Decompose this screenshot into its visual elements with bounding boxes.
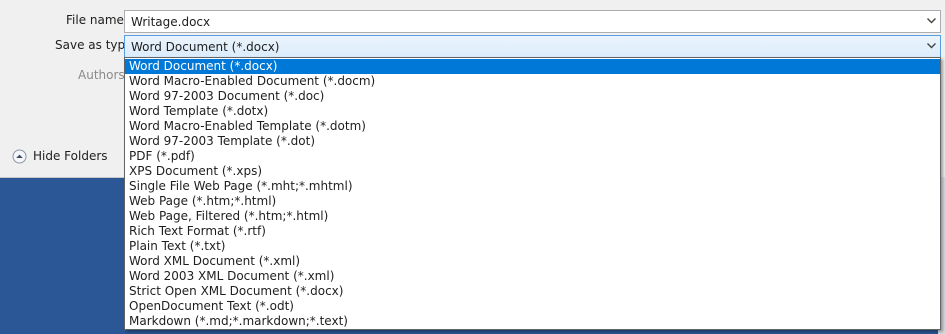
file-type-option[interactable]: Markdown (*.md;*.markdown;*.text) [125, 314, 940, 329]
file-type-options: Word Document (*.docx) Word Macro-Enabled… [125, 58, 940, 329]
file-type-option[interactable]: Plain Text (*.txt) [125, 239, 940, 254]
file-type-option[interactable]: Single File Web Page (*.mht;*.mhtml) [125, 179, 940, 194]
save-as-type-value: Word Document (*.docx) [131, 40, 280, 54]
chevron-down-icon[interactable] [927, 18, 936, 24]
save-as-type-dropdown-list[interactable]: Word Document (*.docx) Word Macro-Enabled… [124, 57, 941, 330]
file-type-option[interactable]: Word Macro-Enabled Document (*.docm) [125, 74, 940, 89]
file-type-option[interactable]: Word Macro-Enabled Template (*.dotm) [125, 119, 940, 134]
hide-folders-button[interactable]: Hide Folders [12, 147, 108, 165]
authors-label: Authors: [78, 68, 129, 82]
file-type-option[interactable]: Word 2003 XML Document (*.xml) [125, 269, 940, 284]
file-type-option[interactable]: Word Document (*.docx) [125, 59, 940, 74]
file-name-label: File name: [66, 13, 128, 27]
file-type-option[interactable]: Web Page, Filtered (*.htm;*.html) [125, 209, 940, 224]
chevron-down-icon[interactable] [927, 43, 936, 49]
file-type-option[interactable]: Word Template (*.dotx) [125, 104, 940, 119]
file-type-option[interactable]: PDF (*.pdf) [125, 149, 940, 164]
file-type-option[interactable]: XPS Document (*.xps) [125, 164, 940, 179]
file-type-option[interactable]: Web Page (*.htm;*.html) [125, 194, 940, 209]
file-type-option[interactable]: OpenDocument Text (*.odt) [125, 299, 940, 314]
file-type-option[interactable]: Strict Open XML Document (*.docx) [125, 284, 940, 299]
file-type-option[interactable]: Word 97-2003 Document (*.doc) [125, 89, 940, 104]
hide-folders-label: Hide Folders [33, 149, 108, 163]
chevron-up-circle-icon [12, 149, 27, 163]
save-as-type-combobox[interactable]: Word Document (*.docx) [124, 35, 941, 58]
file-type-option[interactable]: Word 97-2003 Template (*.dot) [125, 134, 940, 149]
file-name-input[interactable]: Writage.docx [131, 15, 210, 29]
file-name-combobox[interactable]: Writage.docx [124, 10, 941, 33]
file-type-option[interactable]: Rich Text Format (*.rtf) [125, 224, 940, 239]
file-type-option[interactable]: Word XML Document (*.xml) [125, 254, 940, 269]
